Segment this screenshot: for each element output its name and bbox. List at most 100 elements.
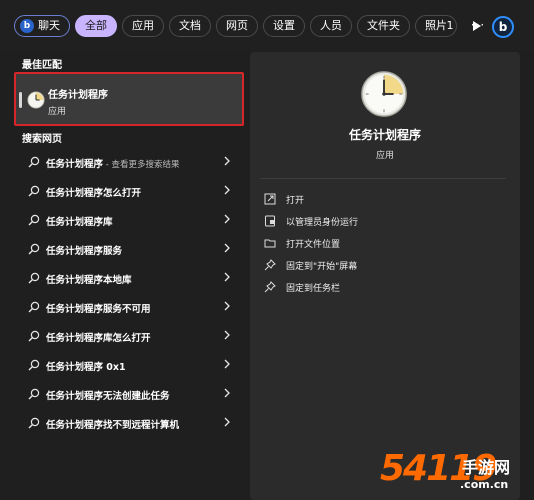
web-result-text: 任务计划程序本地库 <box>46 272 132 286</box>
search-icon <box>28 185 40 197</box>
site-watermark: 54119 手游网 .com.cn <box>380 448 530 498</box>
web-result-item[interactable]: 任务计划程序无法创建此任务 <box>14 381 246 407</box>
web-result-suffix: - 查看更多搜索结果 <box>103 160 180 170</box>
web-result-item[interactable]: 任务计划程序服务不可用 <box>14 294 246 320</box>
pin-icon <box>264 259 276 271</box>
search-icon <box>28 359 40 371</box>
filter-web[interactable]: 网页 <box>216 15 258 37</box>
filter-folders[interactable]: 文件夹 <box>357 15 410 37</box>
web-result-text: 任务计划程序怎么打开 <box>46 185 141 199</box>
web-result-query: 任务计划程序服务 <box>46 246 123 257</box>
results-list: 最佳匹配 任务计划程序 应用 搜索网页 任务计划程序 - 查看更多搜索结果 任务计… <box>14 52 246 500</box>
filter-people-label: 人员 <box>320 19 342 32</box>
filter-chat-label: 聊天 <box>38 19 60 32</box>
search-icon <box>28 214 40 226</box>
action-pin-to-start[interactable]: 固定到"开始"屏幕 <box>264 256 504 274</box>
result-count: 1 <box>446 19 454 32</box>
web-result-query: 任务计划程序无法创建此任务 <box>46 391 170 402</box>
search-icon <box>28 417 40 429</box>
web-result-item[interactable]: 任务计划程序 - 查看更多搜索结果 <box>14 149 246 175</box>
web-result-query: 任务计划程序怎么打开 <box>46 188 142 199</box>
preview-pane: 任务计划程序 应用 打开 以管理员身份运行 打开文件位置 固定到"开始"屏幕 固… <box>250 52 520 500</box>
chevron-right-icon <box>224 243 230 253</box>
best-match-heading: 最佳匹配 <box>22 60 62 71</box>
search-icon <box>28 301 40 313</box>
action-open-file-location[interactable]: 打开文件位置 <box>264 234 504 252</box>
search-icon <box>28 272 40 284</box>
web-result-item[interactable]: 任务计划程序库 <box>14 207 246 233</box>
best-match-name: 任务计划程序 <box>48 90 108 101</box>
more-options-icon[interactable]: ··· <box>470 18 486 34</box>
web-result-query: 任务计划程序找不到远程计算机 <box>46 420 180 431</box>
bing-chat-icon: b <box>20 19 34 33</box>
filter-all[interactable]: 全部 <box>75 15 117 37</box>
preview-app-title: 任务计划程序 <box>348 128 421 142</box>
filter-people[interactable]: 人员 <box>310 15 352 37</box>
chevron-right-icon <box>224 185 230 195</box>
web-result-text: 任务计划程序 0x1 <box>46 359 126 373</box>
search-icon <box>28 388 40 400</box>
action-open-label: 打开 <box>286 195 305 206</box>
web-result-query: 任务计划程序本地库 <box>46 275 132 286</box>
open-icon <box>264 193 276 205</box>
preview-divider <box>260 178 506 179</box>
filter-apps-label: 应用 <box>132 19 154 32</box>
web-result-text: 任务计划程序服务不可用 <box>46 301 151 315</box>
filter-web-label: 网页 <box>226 19 248 32</box>
action-open-file-location-label: 打开文件位置 <box>286 239 341 250</box>
web-result-item[interactable]: 任务计划程序库怎么打开 <box>14 323 246 349</box>
filter-folders-label: 文件夹 <box>367 19 400 32</box>
shield-icon <box>265 215 275 227</box>
chevron-right-icon <box>224 359 230 369</box>
action-run-as-admin[interactable]: 以管理员身份运行 <box>264 212 504 230</box>
web-search-heading: 搜索网页 <box>22 134 62 145</box>
web-result-text: 任务计划程序服务 <box>46 243 122 257</box>
web-result-query: 任务计划程序库怎么打开 <box>46 333 151 344</box>
web-result-item[interactable]: 任务计划程序本地库 <box>14 265 246 291</box>
web-result-query: 任务计划程序 <box>46 159 104 170</box>
action-pin-to-taskbar-label: 固定到任务栏 <box>286 283 341 294</box>
chevron-right-icon <box>224 272 230 282</box>
web-result-item[interactable]: 任务计划程序 0x1 <box>14 352 246 378</box>
chevron-right-icon <box>224 388 230 398</box>
filter-documents[interactable]: 文档 <box>169 15 211 37</box>
web-result-text: 任务计划程序库 <box>46 214 113 228</box>
search-icon <box>28 156 40 168</box>
web-result-item[interactable]: 任务计划程序服务 <box>14 236 246 262</box>
filter-apps[interactable]: 应用 <box>122 15 164 37</box>
filter-all-label: 全部 <box>85 19 107 32</box>
chevron-right-icon <box>224 417 230 427</box>
web-result-text: 任务计划程序库怎么打开 <box>46 330 151 344</box>
web-result-query: 任务计划程序服务不可用 <box>46 304 151 315</box>
chevron-right-icon <box>224 301 230 311</box>
search-icon <box>28 330 40 342</box>
web-result-item[interactable]: 任务计划程序怎么打开 <box>14 178 246 204</box>
web-result-text: 任务计划程序 - 查看更多搜索结果 <box>46 156 180 170</box>
action-open[interactable]: 打开 <box>264 190 504 208</box>
chevron-right-icon <box>224 156 230 166</box>
best-match-item[interactable]: 任务计划程序 应用 <box>14 72 244 126</box>
task-scheduler-large-clock-icon <box>361 71 407 117</box>
folder-icon <box>264 239 276 248</box>
action-pin-to-taskbar[interactable]: 固定到任务栏 <box>264 278 504 296</box>
web-result-query: 任务计划程序 0x1 <box>46 362 126 373</box>
web-result-item[interactable]: 任务计划程序找不到远程计算机 <box>14 410 246 436</box>
filter-chat[interactable]: b 聊天 <box>14 15 70 37</box>
bing-logo-icon[interactable]: b <box>492 16 514 38</box>
web-result-text: 任务计划程序无法创建此任务 <box>46 388 170 402</box>
task-scheduler-clock-icon <box>27 91 45 109</box>
search-icon <box>28 243 40 255</box>
watermark-url: .com.cn <box>460 478 509 491</box>
best-match-type: 应用 <box>48 107 67 117</box>
action-run-as-admin-label: 以管理员身份运行 <box>286 217 359 228</box>
filter-settings[interactable]: 设置 <box>263 15 305 37</box>
watermark-site-name: 手游网 <box>462 458 511 477</box>
selection-indicator <box>19 92 22 108</box>
web-result-query: 任务计划程序库 <box>46 217 113 228</box>
filter-settings-label: 设置 <box>273 19 295 32</box>
chevron-right-icon <box>224 330 230 340</box>
chevron-right-icon <box>224 214 230 224</box>
preview-app-type: 应用 <box>375 151 394 161</box>
pin-icon <box>264 281 276 293</box>
action-pin-to-start-label: 固定到"开始"屏幕 <box>286 261 358 272</box>
